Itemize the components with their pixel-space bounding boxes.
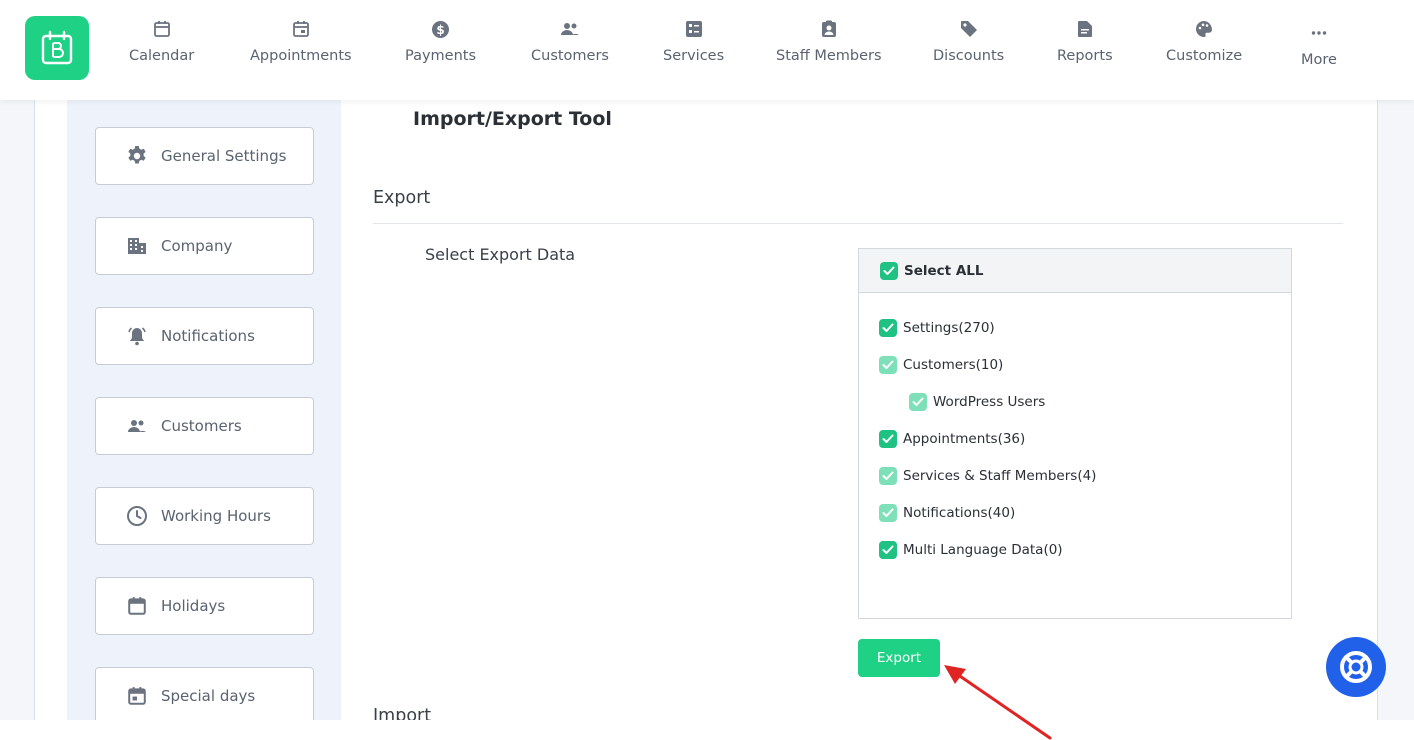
notifications-checkbox[interactable] [879, 504, 897, 522]
check-icon [882, 508, 894, 517]
check-icon [882, 434, 894, 443]
nav-customize[interactable]: Customize [1166, 18, 1242, 64]
nav-label: Discounts [933, 48, 1005, 64]
calendar-event-icon [125, 684, 149, 708]
page-title: Import/Export Tool [413, 108, 612, 130]
sidebar-item-customers[interactable]: Customers [95, 397, 314, 455]
option-notifications: Notifications(40) [879, 504, 1015, 522]
app-logo[interactable] [25, 16, 89, 80]
logo-calendar-icon [41, 30, 73, 65]
option-settings: Settings(270) [879, 319, 995, 337]
nav-label: Reports [1057, 48, 1113, 64]
option-label: Services & Staff Members(4) [903, 468, 1097, 484]
option-customers: Customers(10) [879, 356, 1003, 374]
check-icon [912, 397, 924, 406]
nav-payments[interactable]: $ Payments [405, 18, 476, 64]
option-multi-language: Multi Language Data(0) [879, 541, 1063, 559]
sidebar-item-label: General Settings [161, 147, 287, 165]
building-icon [125, 234, 149, 258]
more-dots-icon [1308, 22, 1330, 44]
nav-customers[interactable]: Customers [531, 18, 609, 64]
check-icon [882, 323, 894, 332]
sidebar-item-holidays[interactable]: Holidays [95, 577, 314, 635]
appointments-checkbox[interactable] [879, 430, 897, 448]
import-heading: Import [373, 706, 432, 720]
nav-appointments[interactable]: Appointments [250, 18, 352, 64]
help-button[interactable] [1326, 637, 1386, 697]
select-all-checkbox[interactable] [880, 261, 898, 280]
check-icon [882, 360, 894, 369]
calendar-event-icon [290, 18, 312, 40]
palette-icon [1193, 18, 1215, 40]
services-list-icon [683, 18, 705, 40]
nav-calendar[interactable]: Calendar [129, 18, 194, 64]
nav-staff-members[interactable]: Staff Members [776, 18, 882, 64]
sidebar-item-working-hours[interactable]: Working Hours [95, 487, 314, 545]
option-label: Notifications(40) [903, 505, 1016, 521]
check-icon [883, 266, 895, 275]
gear-icon [125, 144, 149, 168]
nav-label: More [1301, 52, 1337, 68]
sidebar-item-general-settings[interactable]: General Settings [95, 127, 314, 185]
clock-icon [125, 504, 149, 528]
users-icon [559, 18, 581, 40]
nav-label: Payments [405, 48, 477, 64]
nav-label: Customize [1166, 48, 1243, 64]
wordpress-users-checkbox[interactable] [909, 393, 927, 411]
check-icon [882, 471, 894, 480]
nav-discounts[interactable]: Discounts [933, 18, 1004, 64]
option-appointments: Appointments(36) [879, 430, 1025, 448]
nav-more[interactable]: More [1301, 22, 1337, 68]
tag-icon [958, 18, 980, 40]
sidebar-item-label: Special days [161, 687, 256, 705]
option-wordpress-users: WordPress Users [909, 393, 1045, 411]
nav-label: Customers [531, 48, 609, 64]
export-button[interactable]: Export [858, 639, 940, 677]
select-all-row: Select ALL [859, 249, 1291, 293]
sidebar-item-label: Customers [161, 417, 242, 435]
sidebar-item-label: Holidays [161, 597, 226, 615]
nav-label: Calendar [129, 48, 195, 64]
sidebar-item-label: Working Hours [161, 507, 271, 525]
users-icon [125, 414, 149, 438]
nav-label: Staff Members [776, 48, 882, 64]
red-arrow-annotation [944, 665, 1052, 740]
check-icon [882, 545, 894, 554]
section-divider [373, 223, 1343, 224]
sidebar-item-label: Company [161, 237, 233, 255]
select-export-data-label: Select Export Data [425, 245, 576, 264]
sidebar-item-label: Notifications [161, 327, 255, 345]
select-all-label: Select ALL [904, 262, 984, 279]
multi-language-checkbox[interactable] [879, 541, 897, 559]
option-label: Customers(10) [903, 357, 1004, 373]
sidebar-item-notifications[interactable]: Notifications [95, 307, 314, 365]
services-staff-checkbox[interactable] [879, 467, 897, 485]
sidebar-item-special-days[interactable]: Special days [95, 667, 314, 720]
bottom-edge [0, 720, 1414, 740]
nav-reports[interactable]: Reports [1057, 18, 1113, 64]
option-label: Settings(270) [903, 320, 995, 336]
settings-sidebar: General Settings Company Notifications C… [67, 100, 341, 720]
nav-services[interactable]: Services [663, 18, 724, 64]
option-services-staff: Services & Staff Members(4) [879, 467, 1096, 485]
nav-label: Appointments [250, 48, 352, 64]
option-label: Appointments(36) [903, 431, 1026, 447]
calendar-icon [125, 594, 149, 618]
report-file-icon [1074, 18, 1096, 40]
dollar-circle-icon: $ [430, 18, 452, 40]
option-label: Multi Language Data(0) [903, 542, 1063, 558]
customers-checkbox[interactable] [879, 356, 897, 374]
export-data-panel: Select ALL Settings(270) Customers(10) W… [858, 248, 1292, 619]
settings-checkbox[interactable] [879, 319, 897, 337]
export-heading: Export [373, 188, 431, 208]
top-navigation: Calendar Appointments $ Payments Custome… [0, 0, 1414, 100]
svg-text:$: $ [436, 23, 444, 37]
nav-label: Services [663, 48, 725, 64]
sidebar-item-company[interactable]: Company [95, 217, 314, 275]
lifebuoy-icon [1340, 651, 1372, 683]
bell-icon [125, 324, 149, 348]
calendar-icon [151, 18, 173, 40]
staff-badge-icon [818, 18, 840, 40]
option-label: WordPress Users [933, 394, 1046, 410]
